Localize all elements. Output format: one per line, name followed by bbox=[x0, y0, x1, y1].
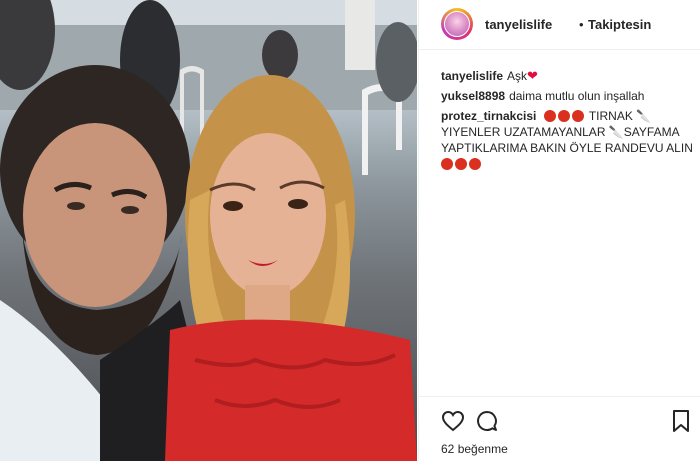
caption-username[interactable]: tanyelislife bbox=[441, 69, 503, 83]
comment-text: daima mutlu olun inşallah bbox=[509, 89, 645, 103]
avatar-image bbox=[444, 11, 470, 37]
nail-file-emoji-icon: 🔪 bbox=[608, 125, 624, 139]
comment-bubble-icon[interactable] bbox=[475, 409, 499, 433]
like-count[interactable]: 62 beğenme bbox=[441, 442, 508, 456]
like-count-label: beğenme bbox=[457, 442, 508, 456]
header-username[interactable]: tanyelislife bbox=[485, 17, 552, 32]
follow-status-button[interactable]: Takiptesin bbox=[588, 17, 651, 32]
post-sidebar: tanyelislife • Takiptesin tanyelislife Aş… bbox=[418, 0, 700, 461]
list-item: protez_tirnakcisi TIRNAK 🔪 YIYENLER UZAT… bbox=[441, 108, 693, 172]
caption-text: Aşk bbox=[507, 69, 528, 83]
nail-file-emoji-icon: 🔪 bbox=[636, 109, 652, 123]
comment-username[interactable]: yuksel8898 bbox=[441, 89, 505, 103]
like-heart-icon[interactable] bbox=[441, 409, 465, 433]
selfie-illustration bbox=[0, 0, 417, 461]
comment-username[interactable]: protez_tirnakcisi bbox=[441, 109, 536, 123]
comment-text-part1: TIRNAK bbox=[588, 109, 633, 123]
header-separator: • bbox=[579, 17, 584, 32]
avatar[interactable] bbox=[441, 8, 473, 40]
red-circle-emoji-icon bbox=[469, 158, 481, 170]
red-circle-emoji-icon bbox=[543, 110, 556, 122]
post-actions: 62 beğenme bbox=[419, 396, 700, 461]
instagram-post: tanyelislife • Takiptesin tanyelislife Aş… bbox=[0, 0, 700, 461]
caption: tanyelislife Aşk❤ bbox=[441, 68, 693, 84]
red-circle-emoji-icon bbox=[571, 110, 584, 122]
heart-emoji-icon: ❤ bbox=[527, 68, 538, 83]
post-photo[interactable] bbox=[0, 0, 417, 461]
comments-list: tanyelislife Aşk❤ yuksel8898 daima mutlu o… bbox=[441, 68, 693, 176]
comment-text-part2: YIYENLER UZATAMAYANLAR bbox=[441, 125, 606, 139]
bookmark-icon[interactable] bbox=[669, 409, 693, 433]
post-header: tanyelislife • Takiptesin bbox=[419, 0, 700, 50]
red-circle-emoji-icon bbox=[455, 158, 467, 170]
red-circle-emoji-icon bbox=[557, 110, 570, 122]
like-count-number: 62 bbox=[441, 442, 455, 456]
red-circle-emoji-icon bbox=[441, 158, 453, 170]
list-item: yuksel8898 daima mutlu olun inşallah bbox=[441, 88, 693, 104]
